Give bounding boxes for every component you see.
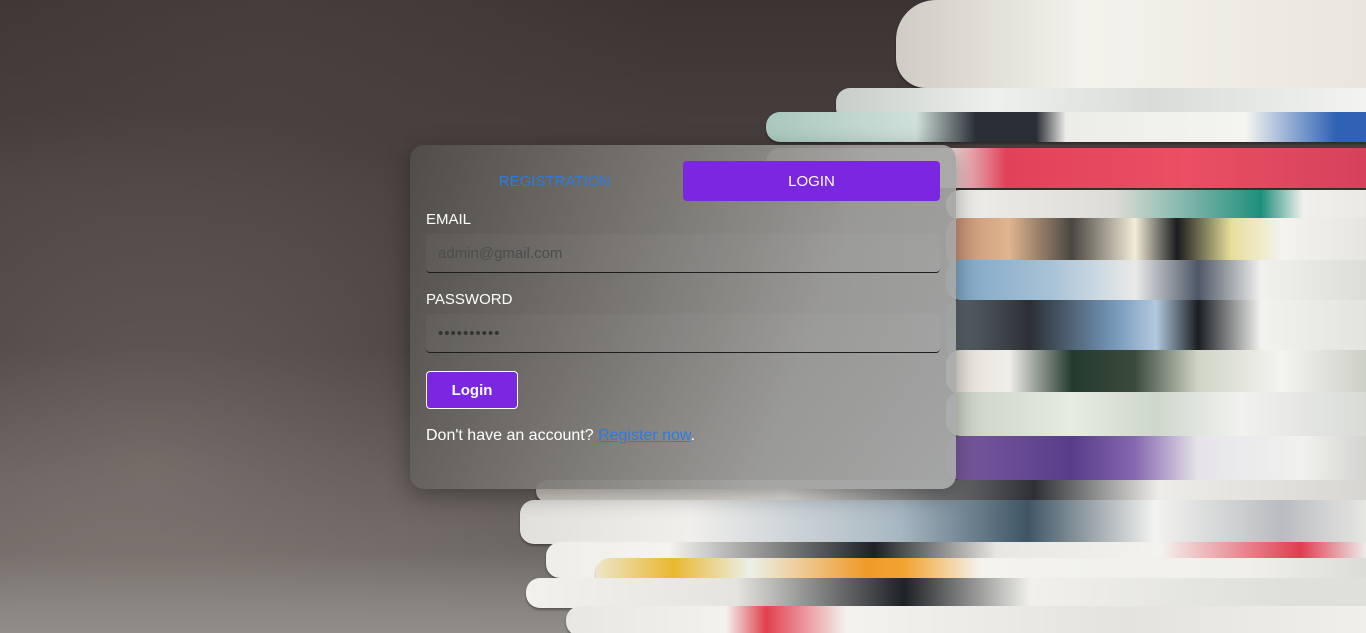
email-field[interactable] [426, 234, 940, 272]
email-label: EMAIL [426, 211, 472, 228]
email-field-wrap [426, 234, 940, 273]
register-prompt: Don't have an account? Register now. [426, 427, 940, 445]
tab-registration[interactable]: REGISTRATION [426, 161, 683, 201]
tab-login[interactable]: LOGIN [683, 161, 940, 201]
register-prompt-text: Don't have an account? [426, 427, 599, 444]
login-card: REGISTRATION LOGIN EMAIL PASSWORD Login … [410, 145, 956, 489]
password-field-wrap [426, 314, 940, 353]
auth-tabs: REGISTRATION LOGIN [426, 161, 940, 201]
register-now-link[interactable]: Register now [598, 427, 691, 444]
password-field[interactable] [426, 314, 940, 352]
login-button[interactable]: Login [426, 371, 518, 409]
password-label: PASSWORD [426, 291, 513, 308]
register-suffix: . [690, 427, 696, 444]
